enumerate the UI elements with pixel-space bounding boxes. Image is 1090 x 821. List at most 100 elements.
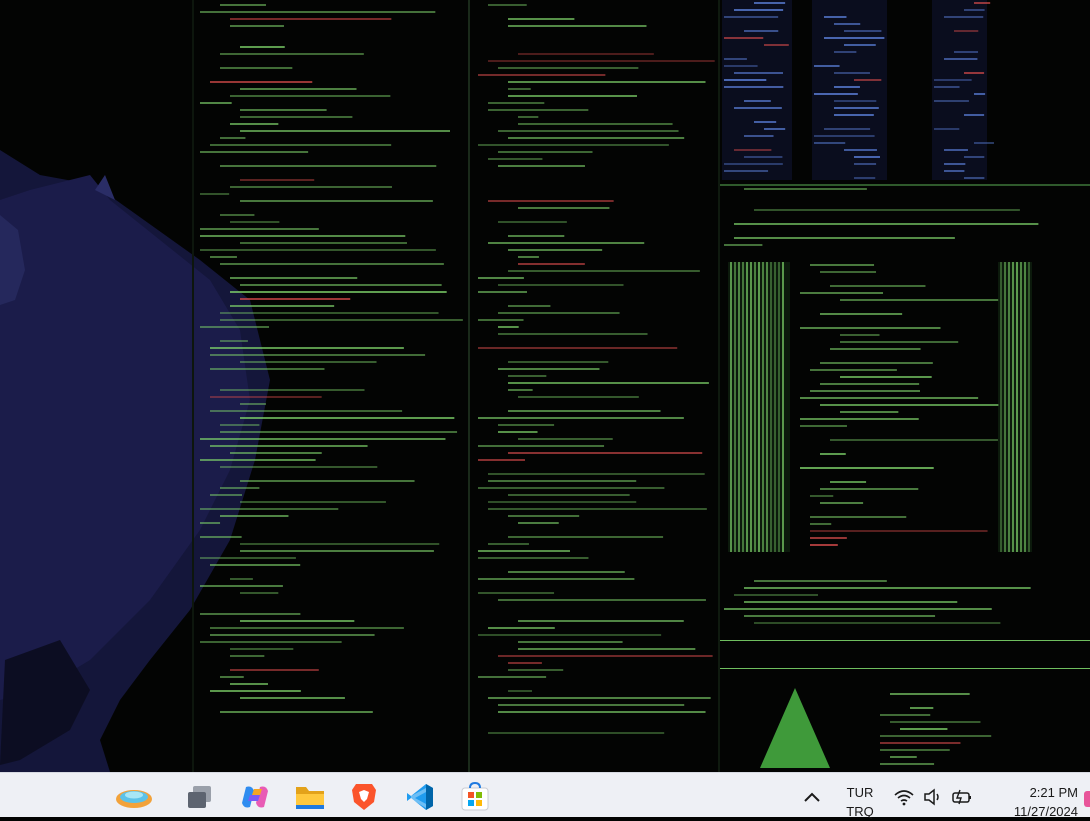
code-line (880, 749, 950, 751)
code-line (210, 256, 237, 258)
code-line (764, 128, 786, 130)
code-line (230, 186, 392, 188)
code-line (954, 51, 979, 53)
code-line (964, 72, 985, 74)
code-line (508, 137, 685, 139)
code-line (240, 109, 327, 111)
file-explorer-button[interactable] (290, 777, 330, 817)
microsoft-store-button[interactable] (455, 777, 495, 817)
code-line (508, 571, 625, 573)
code-line (844, 30, 882, 32)
code-bar (1028, 262, 1030, 552)
input-language-indicator[interactable]: TUR TRQ (838, 783, 882, 821)
notification-bell-icon[interactable] (1084, 791, 1090, 807)
code-line (890, 756, 917, 758)
code-bar (750, 262, 752, 552)
code-line (944, 163, 966, 165)
code-line (210, 445, 368, 447)
code-line (240, 417, 455, 419)
code-line (200, 522, 221, 524)
code-line (854, 156, 880, 158)
code-line (210, 368, 325, 370)
code-line (210, 81, 313, 83)
task-view-button[interactable] (180, 777, 220, 817)
code-line (518, 648, 696, 650)
code-line (824, 37, 885, 39)
store-icon (461, 782, 489, 811)
code-line (734, 237, 955, 239)
code-line (230, 18, 392, 20)
code-line (820, 383, 920, 385)
code-line (200, 193, 230, 195)
code-line (934, 79, 972, 81)
code-line (518, 256, 539, 258)
code-line (240, 200, 433, 202)
code-line (508, 361, 609, 363)
code-line (964, 156, 985, 158)
widgets-button[interactable] (112, 777, 156, 817)
code-line (508, 88, 531, 90)
code-line (814, 142, 846, 144)
code-line (220, 4, 266, 6)
brave-button[interactable] (344, 777, 384, 817)
code-line (800, 327, 941, 329)
code-line (518, 522, 559, 524)
code-line (800, 397, 979, 399)
clock-time: 2:21 PM (1029, 785, 1078, 800)
code-line (754, 622, 1001, 624)
code-line (820, 453, 846, 455)
code-line (508, 690, 532, 692)
code-line (230, 277, 358, 279)
code-line (810, 544, 838, 546)
clock-date: 11/27/2024 (1013, 804, 1078, 819)
code-line (944, 170, 965, 172)
code-line (478, 347, 678, 349)
code-line (854, 79, 882, 81)
code-line (230, 123, 279, 125)
clock-date-button[interactable]: 2:21 PM 11/27/2024 (992, 783, 1078, 821)
code-line (820, 313, 903, 315)
code-line (240, 592, 279, 594)
battery-icon (952, 789, 971, 805)
code-line (508, 452, 703, 454)
code-line (824, 128, 871, 130)
code-line (220, 424, 260, 426)
quick-settings-button[interactable] (888, 777, 978, 817)
code-line (834, 100, 877, 102)
code-bar (774, 262, 776, 552)
code-line (508, 25, 647, 27)
code-line (820, 488, 919, 490)
code-line (508, 410, 661, 412)
code-line (200, 508, 339, 510)
code-line (478, 144, 669, 146)
code-line (220, 431, 458, 433)
code-line (934, 128, 960, 130)
code-line (754, 209, 1020, 211)
code-line (744, 188, 867, 190)
code-line (734, 9, 784, 11)
code-line (498, 326, 519, 328)
code-line (488, 60, 715, 62)
code-bar (730, 262, 732, 552)
code-line (200, 613, 301, 615)
code-line (764, 44, 789, 46)
code-line (954, 30, 979, 32)
code-line (488, 480, 637, 482)
show-hidden-icons-button[interactable] (792, 777, 832, 817)
code-line (240, 298, 351, 300)
copilot-button[interactable] (235, 777, 275, 817)
code-line (240, 284, 442, 286)
code-line (240, 88, 357, 90)
code-line (210, 634, 375, 636)
code-line (478, 578, 635, 580)
code-bar (1004, 262, 1006, 552)
code-line (810, 537, 847, 539)
vscode-button[interactable] (400, 777, 440, 817)
code-line (230, 648, 294, 650)
code-bar (1016, 262, 1018, 552)
code-line (754, 2, 786, 4)
code-line (518, 396, 639, 398)
chevron-up-icon (804, 792, 820, 802)
code-bar (778, 262, 780, 552)
code-line (820, 362, 933, 364)
